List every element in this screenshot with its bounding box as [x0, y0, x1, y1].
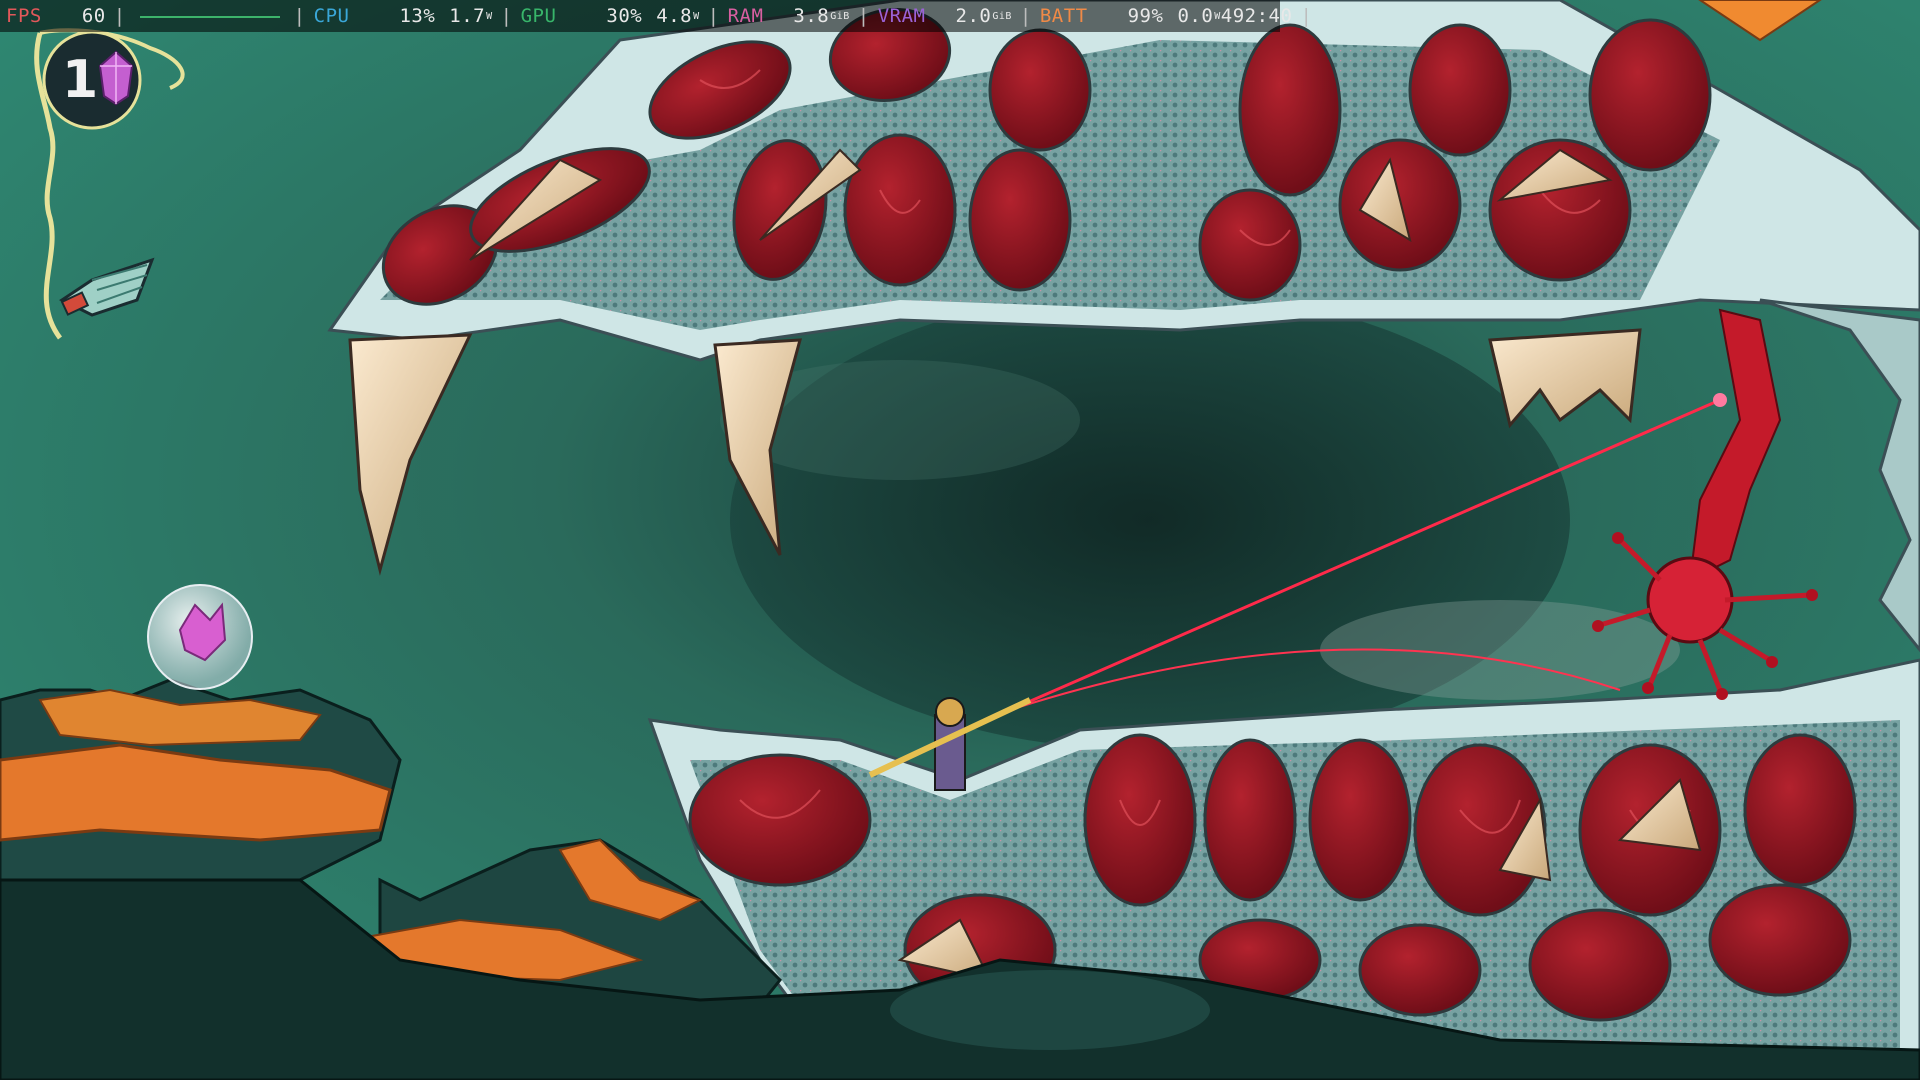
- crystal-count: 1: [62, 50, 99, 110]
- ram-unit: GiB: [830, 10, 850, 22]
- ram-value: 3.8: [793, 5, 830, 27]
- drill-pod-icon: [59, 257, 155, 317]
- batt-time: 492:40: [1220, 5, 1293, 27]
- gpu-percent: 30%: [606, 5, 643, 27]
- cpu-stat: CPU 13% 1.7 W |: [314, 0, 521, 32]
- cpu-power: 1.7: [449, 5, 486, 27]
- fps-stat: FPS 60 | |: [0, 0, 314, 32]
- separator: |: [707, 5, 720, 27]
- separator: |: [113, 5, 126, 27]
- cpu-power-unit: W: [486, 10, 493, 22]
- vram-stat: VRAM 2.0 GiB |: [878, 0, 1040, 32]
- separator: |: [1300, 5, 1313, 27]
- pink-crystal-icon: [98, 50, 134, 106]
- batt-label: BATT: [1039, 5, 1088, 27]
- separator: |: [293, 5, 306, 27]
- batt-power: 0.0: [1177, 5, 1214, 27]
- gpu-stat: GPU 30% 4.8 W |: [521, 0, 728, 32]
- battery-stat: BATT 99% 0.0 W 492:40 |: [1040, 0, 1321, 32]
- crystal-bubble-pickup: [147, 584, 253, 690]
- separator: |: [1019, 5, 1032, 27]
- game-scene: [0, 0, 1920, 1080]
- ram-label: RAM: [727, 5, 764, 27]
- ram-stat: RAM 3.8 GiB |: [728, 0, 878, 32]
- vram-label: VRAM: [877, 5, 926, 27]
- rock-formation-left: [0, 678, 402, 882]
- separator: |: [857, 5, 870, 27]
- cpu-percent: 13%: [399, 5, 436, 27]
- fps-label: FPS: [6, 5, 42, 27]
- game-viewport[interactable]: 1 FPS 60 | | CPU 13% 1.7 W | GPU 30% 4.8 W: [0, 0, 1920, 1080]
- frametime-graph: [139, 7, 280, 25]
- gpu-label: GPU: [520, 5, 557, 27]
- vram-unit: GiB: [992, 10, 1012, 22]
- separator: |: [500, 5, 513, 27]
- fps-value: 60: [81, 5, 106, 27]
- cpu-label: CPU: [313, 5, 350, 27]
- batt-percent: 99%: [1127, 5, 1164, 27]
- crystal-counter-hud: 1: [28, 28, 185, 340]
- vram-value: 2.0: [955, 5, 992, 27]
- gpu-power: 4.8: [656, 5, 693, 27]
- gpu-power-unit: W: [693, 10, 700, 22]
- performance-overlay: FPS 60 | | CPU 13% 1.7 W | GPU 30% 4.8 W |…: [0, 0, 1312, 32]
